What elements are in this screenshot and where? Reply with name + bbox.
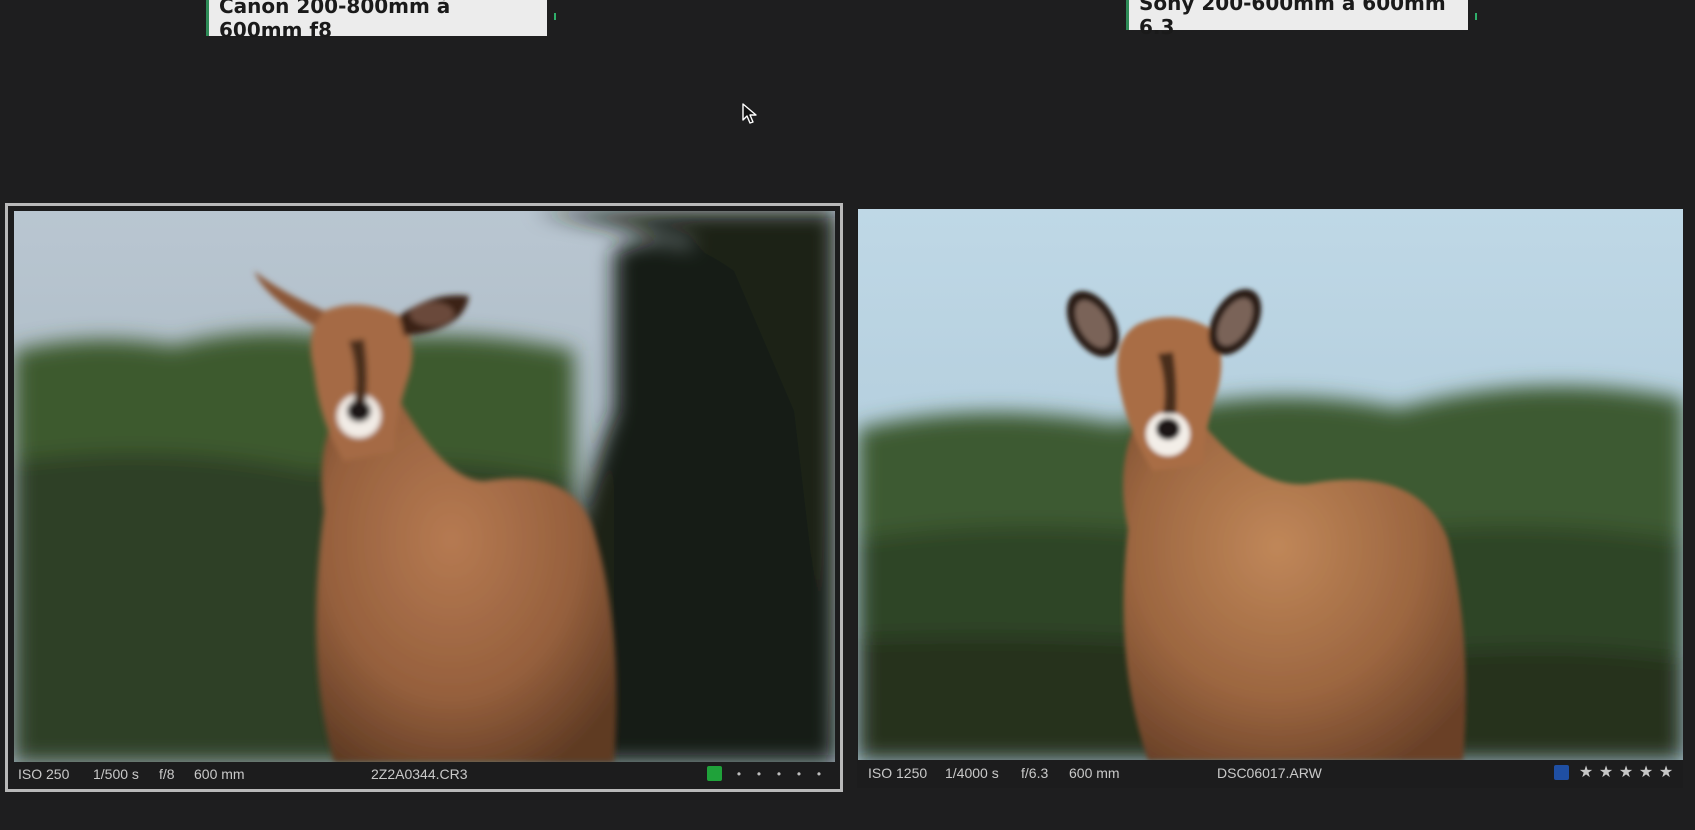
caption-marker	[1475, 13, 1477, 20]
waterbuck-photo-sony[interactable]	[858, 209, 1683, 760]
focal-length-value: 600 mm	[1069, 765, 1120, 781]
rating-dot[interactable]: •	[809, 763, 829, 785]
color-label-green[interactable]	[707, 766, 722, 781]
aperture-value: f/6.3	[1021, 765, 1049, 781]
focal-length-value: 600 mm	[194, 766, 245, 782]
caption-marker	[554, 13, 556, 20]
rating-dots[interactable]: • • • • •	[729, 763, 829, 785]
rating-dot[interactable]: •	[789, 763, 809, 785]
star-icon[interactable]: ★	[1656, 762, 1676, 784]
star-icon[interactable]: ★	[1576, 762, 1596, 784]
photo-metadata-bar: ISO 250 1/500 s f/8 600 mm 2Z2A0344.CR3 …	[8, 759, 840, 789]
star-icon[interactable]: ★	[1596, 762, 1616, 784]
photo-metadata-bar: ISO 1250 1/4000 s f/6.3 600 mm DSC06017.…	[857, 758, 1683, 788]
caption-sony: Sony 200-600mm à 600mm 6.3	[1126, 0, 1477, 39]
star-icon[interactable]: ★	[1616, 762, 1636, 784]
photo-panel-right[interactable]: ISO 1250 1/4000 s f/6.3 600 mm DSC06017.…	[857, 209, 1683, 788]
filename: DSC06017.ARW	[1217, 765, 1322, 781]
star-icon[interactable]: ★	[1636, 762, 1656, 784]
iso-value: ISO 1250	[868, 765, 928, 781]
rating-dot[interactable]: •	[749, 763, 769, 785]
iso-value: ISO 250	[18, 766, 70, 782]
mouse-pointer-icon	[742, 103, 757, 124]
rating-dot[interactable]: •	[769, 763, 789, 785]
photo-panel-left[interactable]: ISO 250 1/500 s f/8 600 mm 2Z2A0344.CR3 …	[5, 203, 843, 792]
caption-canon: Canon 200-800mm à 600mm f8	[206, 0, 556, 42]
star-rating[interactable]: ★ ★ ★ ★ ★	[1576, 762, 1676, 784]
waterbuck-photo-canon[interactable]	[14, 211, 835, 762]
color-label-blue[interactable]	[1554, 765, 1569, 780]
caption-sony-text: Sony 200-600mm à 600mm 6.3	[1139, 0, 1446, 39]
filename: 2Z2A0344.CR3	[371, 766, 468, 782]
aperture-value: f/8	[159, 766, 175, 782]
shutter-value: 1/4000 s	[945, 765, 999, 781]
rating-dot[interactable]: •	[729, 763, 749, 785]
caption-canon-text: Canon 200-800mm à 600mm f8	[219, 0, 451, 42]
shutter-value: 1/500 s	[93, 766, 139, 782]
